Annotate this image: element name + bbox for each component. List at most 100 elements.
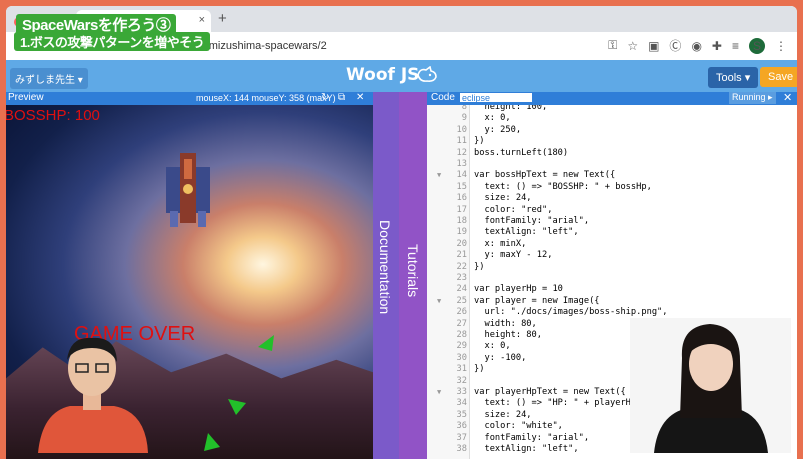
code-line[interactable]: 10 y: 250, — [427, 125, 797, 136]
code-line[interactable]: 20 x: minX, — [427, 239, 797, 250]
line-number: 36 — [456, 421, 467, 432]
green-bullet — [258, 335, 274, 351]
code-line[interactable]: 23 — [427, 273, 797, 284]
save-button[interactable]: Save — [760, 67, 797, 87]
user-menu-button[interactable]: みずしま先生 ▾ — [10, 68, 88, 89]
line-code: }) — [474, 364, 485, 375]
line-code: fontFamily: "arial", — [474, 216, 590, 226]
preview-label: Preview — [8, 92, 44, 103]
code-line[interactable]: 26 url: "./docs/images/boss-ship.png", — [427, 307, 797, 318]
line-code: fontFamily: "arial", — [474, 432, 590, 443]
code-line[interactable]: 21 y: maxY - 12, — [427, 250, 797, 261]
fold-arrow-icon[interactable]: ▼ — [437, 296, 441, 307]
line-code: x: 0, — [474, 113, 511, 124]
close-code-icon[interactable]: ✕ — [783, 91, 792, 104]
code-line[interactable]: 15 text: () => "BOSSHP: " + bossHp, — [427, 182, 797, 193]
line-number: 13 — [456, 159, 467, 169]
line-number: 16 — [456, 193, 467, 204]
line-code: var bossHpText = new Text({ — [474, 170, 616, 181]
new-tab-button[interactable]: + — [218, 10, 227, 27]
green-bullet — [204, 433, 220, 451]
line-number: 18 — [456, 216, 467, 226]
fold-arrow-icon[interactable]: ▼ — [437, 170, 441, 181]
line-code: text: () => "BOSSHP: " + bossHp, — [474, 181, 652, 192]
green-bullet — [228, 399, 246, 415]
running-status[interactable]: Running ▸ — [729, 92, 776, 104]
code-label: Code — [431, 92, 455, 103]
line-code: }) — [474, 261, 485, 272]
line-number: 19 — [456, 227, 467, 238]
line-code: height: 100, — [474, 105, 548, 112]
line-number: 14 — [456, 170, 467, 181]
fold-arrow-icon[interactable]: ▼ — [437, 387, 441, 398]
theme-select[interactable]: eclipse — [459, 92, 533, 103]
line-code: var player = new Image({ — [474, 295, 600, 306]
list-icon[interactable]: ≡ — [732, 39, 739, 53]
code-line[interactable]: 9 x: 0, — [427, 113, 797, 124]
close-preview-icon[interactable]: ✕ — [356, 92, 364, 103]
boss-hp-text: BOSSHP: 100 — [6, 107, 100, 124]
line-number: 31 — [456, 364, 467, 375]
url-input[interactable]: ml#mizushima-spacewars/2 — [191, 40, 327, 52]
line-number: 35 — [456, 409, 467, 420]
restart-icon[interactable]: ↻ — [321, 92, 329, 103]
key-icon[interactable]: ⚿ — [608, 38, 617, 53]
code-line[interactable]: 19 textAlign: "left", — [427, 227, 797, 238]
line-number: 12 — [456, 147, 467, 158]
open-external-icon[interactable]: ⧉ — [338, 92, 345, 103]
line-code: textAlign: "left", — [474, 444, 579, 454]
line-code: }) — [474, 136, 485, 147]
line-code: height: 80, — [474, 330, 542, 340]
line-code: width: 80, — [474, 318, 537, 329]
camera-icon[interactable]: ◉ — [691, 39, 701, 53]
line-number: 38 — [456, 444, 467, 454]
code-line[interactable]: 13 — [427, 159, 797, 170]
line-code: textAlign: "left", — [474, 227, 579, 238]
tutorials-tab[interactable]: Tutorials — [399, 92, 427, 459]
code-line[interactable]: 8 height: 100, — [427, 105, 797, 113]
line-number: 9 — [461, 113, 467, 124]
line-code: y: -100, — [474, 352, 527, 363]
tools-menu-button[interactable]: Tools ▾ — [708, 67, 759, 88]
presenter-right-webcam — [630, 318, 791, 453]
code-line[interactable]: 16 size: 24, — [427, 193, 797, 204]
line-code: y: maxY - 12, — [474, 250, 553, 261]
browser-toolbar-icons: ⚿ ☆ ▣ Ⓒ ◉ ✚ ≡ S ⋮ — [608, 37, 787, 54]
line-number: 32 — [456, 375, 467, 386]
line-code: size: 24, — [474, 193, 532, 204]
code-line[interactable]: 14 ▼ var bossHpText = new Text({ — [427, 170, 797, 181]
line-code: color: "white", — [474, 421, 563, 432]
line-code: text: () => "HP: " + playerHp, — [474, 398, 642, 409]
line-number: 8 — [461, 105, 467, 112]
boss-ship-sprite — [166, 153, 210, 227]
line-number: 33 — [456, 387, 467, 397]
puzzle-icon[interactable]: ✚ — [712, 39, 722, 53]
code-line[interactable]: 11}) — [427, 136, 797, 147]
extension-c-icon[interactable]: Ⓒ — [669, 37, 681, 54]
code-line[interactable]: 12 boss.turnLeft(180) — [427, 148, 797, 159]
line-code: boss.turnLeft(180) — [474, 147, 569, 158]
preview-header: Preview mouseX: 144 mouseY: 358 (maxY) ↻… — [6, 92, 373, 105]
star-icon[interactable]: ☆ — [627, 39, 638, 53]
extension-icon[interactable]: ▣ — [648, 39, 659, 53]
line-number: 17 — [456, 204, 467, 215]
line-number: 27 — [456, 318, 467, 329]
app-header: みずしま先生 ▾ Woof JS Tools ▾ Save — [6, 60, 797, 92]
line-code: size: 24, — [474, 409, 532, 420]
line-code: var playerHpText = new Text({ — [474, 387, 626, 397]
code-line[interactable]: 25 ▼ var player = new Image({ — [427, 296, 797, 307]
menu-icon[interactable]: ⋮ — [775, 39, 787, 53]
profile-avatar[interactable]: S — [749, 37, 765, 54]
code-line[interactable]: 24 var playerHp = 10 — [427, 284, 797, 295]
documentation-tab[interactable]: Documentation — [373, 92, 399, 459]
line-code: color: "red", — [474, 204, 553, 215]
code-line[interactable]: 17 color: "red", — [427, 205, 797, 216]
code-line[interactable]: 18 fontFamily: "arial", — [427, 216, 797, 227]
tab-close-icon[interactable]: × — [199, 14, 205, 26]
mouse-coordinates: mouseX: 144 mouseY: 358 (maxY) — [196, 93, 336, 103]
line-number: 26 — [456, 307, 467, 318]
line-number: 28 — [456, 330, 467, 340]
line-number: 25 — [456, 295, 467, 306]
code-line[interactable]: 22}) — [427, 262, 797, 273]
line-code: y: 250, — [474, 124, 522, 135]
